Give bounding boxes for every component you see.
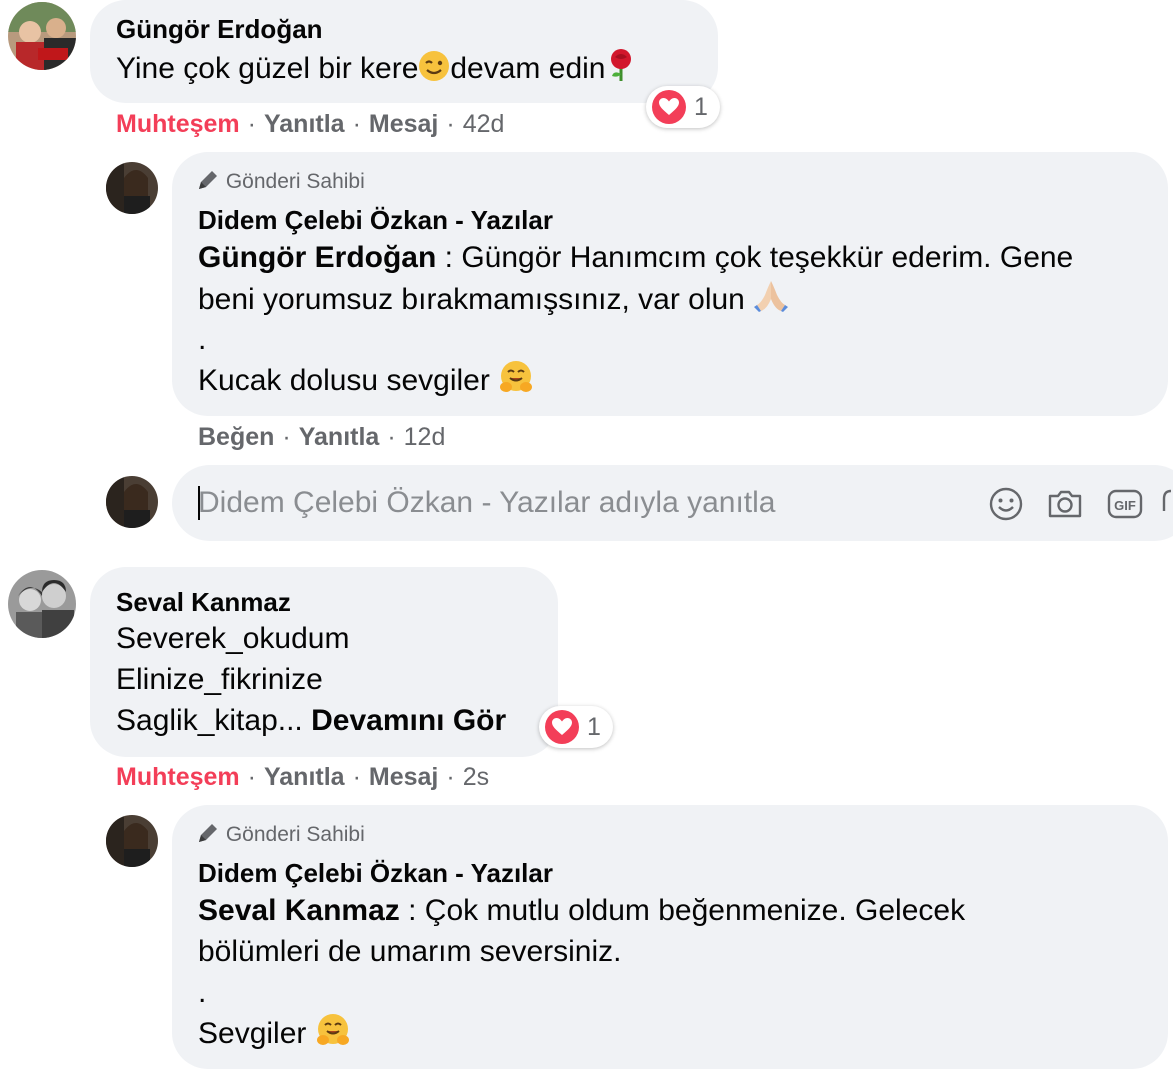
comment-text-line: Severek_okudum bbox=[116, 622, 350, 655]
reply-text: Güngör Erdoğan : Güngör Hanımcım çok teş… bbox=[198, 238, 1073, 278]
comment-text-line: Elinize_fikrinize bbox=[116, 663, 323, 696]
avatar-seval[interactable] bbox=[8, 570, 76, 638]
comment-text-part: Saglik_kitap... bbox=[116, 704, 303, 737]
hugging-face-emoji-icon bbox=[315, 1013, 351, 1058]
composer-avatar-image bbox=[106, 476, 158, 528]
gif-icon[interactable]: GIF bbox=[1106, 486, 1144, 527]
reaction-button[interactable]: Muhteşem bbox=[116, 110, 240, 138]
reply-text: Seval Kanmaz : Çok mutlu oldum beğenmeni… bbox=[198, 891, 965, 931]
like-button[interactable]: Beğen bbox=[198, 423, 274, 451]
reply-text-line: Sevgiler bbox=[198, 1013, 351, 1058]
avatar-gungor-image bbox=[8, 2, 76, 70]
avatar-didem-image bbox=[106, 815, 158, 867]
reply-text-line: bölümleri de umarım seversiniz. bbox=[198, 935, 622, 968]
post-owner-badge: Gönderi Sahibi bbox=[196, 821, 365, 847]
reply-button[interactable]: Yanıtla bbox=[264, 763, 345, 791]
reaction-count-badge[interactable]: 1 bbox=[646, 86, 720, 128]
post-owner-label: Gönderi Sahibi bbox=[225, 170, 365, 193]
comment-text-line: Saglik_kitap... Devamını Gör bbox=[116, 701, 506, 741]
emoji-icon[interactable] bbox=[988, 486, 1024, 527]
comment-text: Yine çok güzel bir kere devam edin bbox=[116, 48, 637, 93]
reply-text-line: Kucak dolusu sevgiler bbox=[198, 360, 534, 405]
reaction-count: 1 bbox=[694, 92, 708, 121]
reaction-button[interactable]: Muhteşem bbox=[116, 763, 240, 791]
reply-button[interactable]: Yanıtla bbox=[299, 423, 380, 451]
comment-text-part: Yine çok güzel bir kere bbox=[116, 52, 419, 85]
reply-input-placeholder[interactable]: Didem Çelebi Özkan - Yazılar adıyla yanı… bbox=[198, 486, 776, 520]
post-owner-badge: Gönderi Sahibi bbox=[196, 168, 365, 194]
reply-text-line: beni yorumsuz bırakmamışsınız, var olun bbox=[198, 279, 789, 324]
reply-author[interactable]: Didem Çelebi Özkan - Yazılar bbox=[198, 858, 553, 889]
see-more-link[interactable]: Devamını Gör bbox=[311, 704, 506, 737]
timestamp[interactable]: 12d bbox=[404, 423, 446, 451]
reply-text-line: : Çok mutlu oldum beğenmenize. Gelecek bbox=[399, 894, 966, 927]
message-button[interactable]: Mesaj bbox=[369, 763, 438, 791]
mention-link[interactable]: Güngör Erdoğan bbox=[198, 241, 436, 274]
comment-actions: Muhteşem · Yanıtla · Mesaj · 42d bbox=[116, 110, 505, 138]
avatar-didem-image bbox=[106, 162, 158, 214]
avatar-didem[interactable] bbox=[106, 815, 158, 867]
reply-text-line: . bbox=[198, 323, 207, 356]
comment-text-part: devam edin bbox=[450, 52, 606, 85]
comment-author[interactable]: Güngör Erdoğan bbox=[116, 14, 323, 45]
reply-actions: Beğen · Yanıtla · 12d bbox=[198, 423, 446, 451]
rose-emoji-icon bbox=[605, 48, 637, 93]
reply-text-part: Kucak dolusu sevgiler bbox=[198, 364, 490, 397]
mention-link[interactable]: Seval Kanmaz bbox=[198, 894, 400, 927]
message-button[interactable]: Mesaj bbox=[369, 110, 438, 138]
timestamp[interactable]: 42d bbox=[463, 110, 505, 138]
reaction-count: 1 bbox=[587, 712, 601, 741]
post-owner-label: Gönderi Sahibi bbox=[225, 823, 365, 846]
praying-hands-emoji-icon bbox=[753, 279, 789, 324]
hugging-face-emoji-icon bbox=[498, 360, 534, 405]
camera-icon[interactable] bbox=[1046, 486, 1084, 527]
reply-button[interactable]: Yanıtla bbox=[264, 110, 345, 138]
sticker-icon[interactable] bbox=[1162, 486, 1173, 527]
reply-text-line: : Güngör Hanımcım çok teşekkür ederim. G… bbox=[436, 241, 1074, 274]
heart-reaction-icon bbox=[652, 90, 686, 124]
svg-text:GIF: GIF bbox=[1114, 498, 1136, 513]
pencil-icon bbox=[196, 823, 220, 846]
reply-author[interactable]: Didem Çelebi Özkan - Yazılar bbox=[198, 205, 553, 236]
reaction-count-badge[interactable]: 1 bbox=[539, 706, 613, 748]
heart-reaction-icon bbox=[545, 710, 579, 744]
composer-avatar bbox=[106, 476, 158, 528]
timestamp[interactable]: 2s bbox=[463, 763, 489, 791]
avatar-seval-image bbox=[8, 570, 76, 638]
reply-text-part: Sevgiler bbox=[198, 1017, 307, 1050]
reply-text-line: . bbox=[198, 976, 207, 1009]
comment-author[interactable]: Seval Kanmaz bbox=[116, 587, 291, 618]
reply-text-part: beni yorumsuz bırakmamışsınız, var olun bbox=[198, 283, 745, 316]
wink-emoji-icon bbox=[418, 50, 450, 93]
avatar-didem[interactable] bbox=[106, 162, 158, 214]
pencil-icon bbox=[196, 170, 220, 193]
avatar-gungor[interactable] bbox=[8, 2, 76, 70]
comment-actions: Muhteşem · Yanıtla · Mesaj · 2s bbox=[116, 763, 490, 791]
